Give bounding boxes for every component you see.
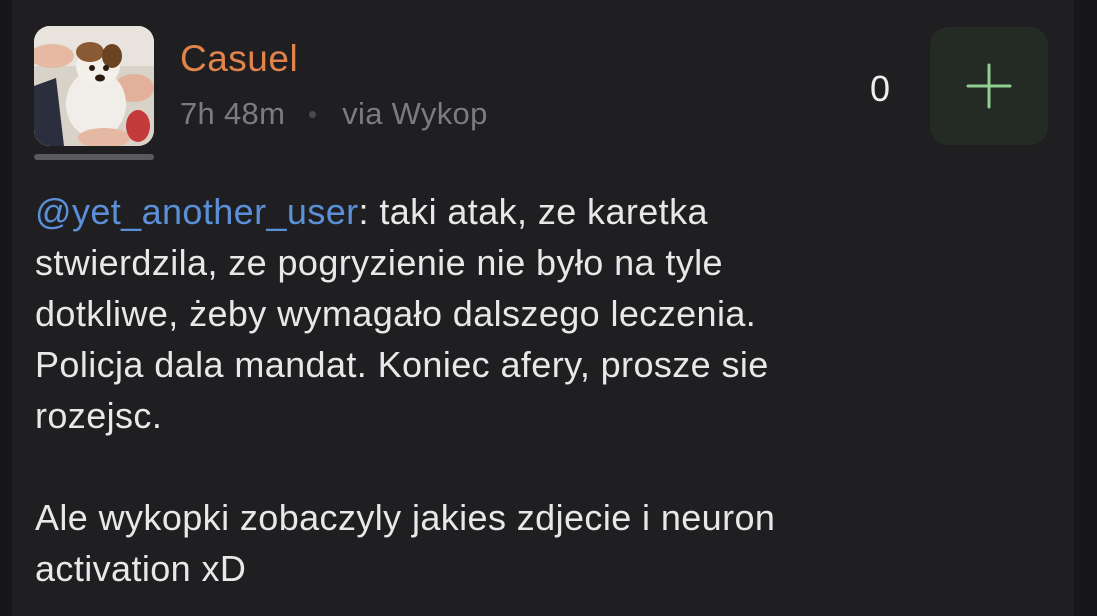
user-mention-link[interactable]: @yet_another_user [35, 191, 359, 232]
avatar-gender-bar [34, 154, 154, 160]
post-meta: 7h 48m via Wykop [180, 96, 488, 132]
plus-icon [966, 63, 1012, 109]
entry-body: @yet_another_user: taki atak, ze karetka… [35, 186, 975, 594]
body-paragraph-2: Ale wykopki zobaczyly jakies zdjecie i n… [35, 497, 776, 589]
time-ago[interactable]: 7h 48m [180, 96, 285, 132]
source-label: via Wykop [342, 96, 488, 131]
vote-count: 0 [869, 68, 891, 109]
dog-photo-icon [34, 26, 154, 146]
username-link[interactable]: Casuel [180, 38, 298, 80]
avatar-container[interactable] [34, 26, 154, 160]
separator-dot-icon [309, 110, 317, 118]
avatar[interactable] [34, 26, 154, 146]
plus-vote-button[interactable] [930, 27, 1048, 145]
